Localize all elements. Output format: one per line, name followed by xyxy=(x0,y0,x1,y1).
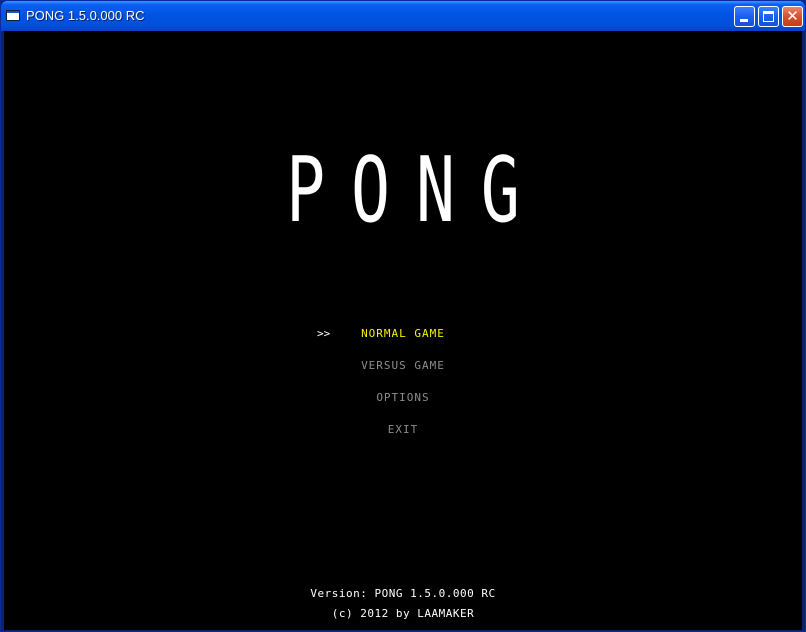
close-button[interactable]: ✕ xyxy=(782,6,803,27)
maximize-button[interactable] xyxy=(758,6,779,27)
menu-item-options[interactable]: OPTIONS xyxy=(4,391,802,404)
title-bar[interactable]: PONG 1.5.0.000 RC ✕ xyxy=(1,1,805,31)
minimize-icon xyxy=(740,19,748,22)
app-window-icon[interactable] xyxy=(6,10,20,21)
minimize-button[interactable] xyxy=(734,6,755,27)
menu-item-normal-game[interactable]: NORMAL GAME xyxy=(4,327,802,340)
maximize-icon xyxy=(763,11,774,22)
window-title: PONG 1.5.0.000 RC xyxy=(26,8,145,23)
menu-item-exit[interactable]: EXIT xyxy=(4,423,802,436)
copyright-text: (c) 2012 by LAAMAKER xyxy=(331,607,475,620)
game-logo: PONG xyxy=(286,138,546,243)
menu-item-versus-game[interactable]: VERSUS GAME xyxy=(4,359,802,372)
version-text: Version: PONG 1.5.0.000 RC xyxy=(310,587,496,600)
app-window: PONG 1.5.0.000 RC ✕ PONG >> NORMAL GAME … xyxy=(0,0,806,632)
game-canvas[interactable]: PONG >> NORMAL GAME VERSUS GAME OPTIONS … xyxy=(4,31,802,630)
close-icon: ✕ xyxy=(786,7,799,25)
